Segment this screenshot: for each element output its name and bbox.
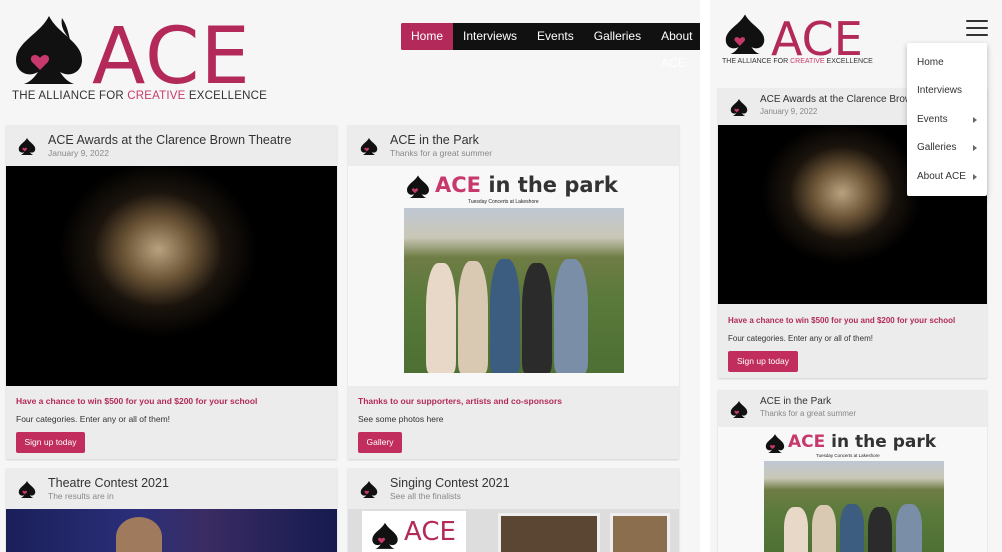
card-header: ACE in the Park Thanks for a great summe… xyxy=(718,390,987,427)
dropdown-item-about[interactable]: About ACE xyxy=(917,171,966,182)
gallery-button[interactable]: Gallery xyxy=(358,432,402,453)
logo-wordmark: ACE xyxy=(771,12,863,66)
ace-logo[interactable]: ACE THE ALLIANCE FOR CREATIVE EXCELLENCE xyxy=(10,12,267,107)
card-title[interactable]: Singing Contest 2021 xyxy=(390,476,510,490)
logo-wordmark: ACE xyxy=(92,12,251,102)
nav-about[interactable]: About ACE xyxy=(651,23,700,70)
dropdown-item-interviews[interactable]: Interviews xyxy=(917,85,962,96)
nav-home[interactable]: Home xyxy=(401,23,454,50)
card-date: January 9, 2022 xyxy=(760,107,818,116)
submenu-arrow-icon xyxy=(973,174,977,180)
sign-up-button[interactable]: Sign up today xyxy=(16,432,85,453)
sign-up-button[interactable]: Sign up today xyxy=(728,351,798,372)
spade-icon xyxy=(730,401,748,418)
dropdown-item-galleries[interactable]: Galleries xyxy=(917,142,956,153)
card-subtitle: Thanks for a great summer xyxy=(760,409,857,418)
card-description: See some photos here xyxy=(358,414,444,424)
card-title[interactable]: ACE Awards at the Clarence Brown xyxy=(760,94,918,105)
park-graphic[interactable]: ACE in the park Tuesday Concerts at Lake… xyxy=(348,166,679,386)
logo-tagline: THE ALLIANCE FOR CREATIVE EXCELLENCE xyxy=(12,90,267,102)
park-graphic-subtitle: Tuesday Concerts at Lakeshore xyxy=(816,453,880,458)
card-promo: Thanks to our supporters, artists and co… xyxy=(358,396,563,406)
dropdown-item-events[interactable]: Events xyxy=(917,114,948,125)
spade-icon xyxy=(730,99,748,116)
card-description: Four categories. Enter any or all of the… xyxy=(16,414,171,424)
nav-interviews[interactable]: Interviews xyxy=(453,23,527,50)
card-title[interactable]: Theatre Contest 2021 xyxy=(48,476,169,490)
hamburger-icon[interactable] xyxy=(966,19,988,37)
ace-logo[interactable]: ACE THE ALLIANCE FOR CREATIVE EXCELLENCE xyxy=(722,12,873,68)
park-graphic-title: ACE in the park xyxy=(788,432,937,452)
card-promo: Have a chance to win $500 for you and $2… xyxy=(16,396,258,406)
spade-icon xyxy=(18,481,36,498)
card-subtitle: The results are in xyxy=(48,491,114,501)
stage-photo[interactable] xyxy=(6,509,337,552)
spade-icon xyxy=(372,522,398,549)
card-ace-in-the-park: ACE in the Park Thanks for a great summe… xyxy=(348,125,679,459)
performer-photo[interactable] xyxy=(6,166,337,386)
card-theatre-contest: Theatre Contest 2021 The results are in xyxy=(6,468,337,552)
mobile-dropdown-menu: Home Interviews Events Galleries About A… xyxy=(907,43,987,196)
strip-logo-text: ACE xyxy=(404,517,456,547)
logo-tagline: THE ALLIANCE FOR CREATIVE EXCELLENCE xyxy=(722,58,873,65)
spade-icon xyxy=(765,434,785,453)
card-title[interactable]: ACE in the Park xyxy=(760,396,831,407)
spade-icon xyxy=(18,138,36,155)
submenu-arrow-icon xyxy=(973,117,977,123)
desktop-view: ACE THE ALLIANCE FOR CREATIVE EXCELLENCE… xyxy=(0,0,700,552)
main-nav: Home Interviews Events Galleries About A… xyxy=(401,23,700,70)
card-description: Four categories. Enter any or all of the… xyxy=(728,334,873,343)
card-singing-contest: Singing Contest 2021 See all the finalis… xyxy=(348,468,679,552)
card-header: ACE in the Park Thanks for a great summe… xyxy=(348,125,679,166)
spade-heart-icon xyxy=(725,14,765,54)
dropdown-item-home[interactable]: Home xyxy=(917,57,944,68)
card-title[interactable]: ACE Awards at the Clarence Brown Theatre xyxy=(48,133,291,147)
card-header: ACE Awards at the Clarence Brown Theatre… xyxy=(6,125,337,166)
card-ace-awards: ACE Awards at the Clarence Brown Theatre… xyxy=(6,125,337,459)
group-photo xyxy=(404,208,624,373)
mobile-card-ace-in-the-park: ACE in the Park Thanks for a great summe… xyxy=(718,390,987,552)
nav-events[interactable]: Events xyxy=(527,23,584,50)
card-subtitle: Thanks for a great summer xyxy=(390,148,493,158)
card-promo: Have a chance to win $500 for you and $2… xyxy=(728,316,956,325)
group-photo xyxy=(764,461,944,552)
finalists-strip[interactable]: ACE xyxy=(348,509,679,552)
card-subtitle: See all the finalists xyxy=(390,491,461,501)
park-graphic-subtitle: Tuesday Concerts at Lakeshore xyxy=(468,199,539,205)
nav-galleries[interactable]: Galleries xyxy=(584,23,651,50)
park-graphic[interactable]: ACE in the park Tuesday Concerts at Lake… xyxy=(718,427,987,552)
card-date: January 9, 2022 xyxy=(48,148,109,158)
card-header: Theatre Contest 2021 The results are in xyxy=(6,468,337,509)
strip-logo-tile: ACE xyxy=(362,511,466,552)
spade-heart-icon xyxy=(16,16,82,84)
card-title[interactable]: ACE in the Park xyxy=(390,133,479,147)
spade-icon xyxy=(407,175,429,198)
spade-icon xyxy=(360,138,378,155)
park-graphic-title: ACE in the park xyxy=(435,173,618,197)
submenu-arrow-icon xyxy=(973,145,977,151)
card-header: Singing Contest 2021 See all the finalis… xyxy=(348,468,679,509)
spade-icon xyxy=(360,481,378,498)
